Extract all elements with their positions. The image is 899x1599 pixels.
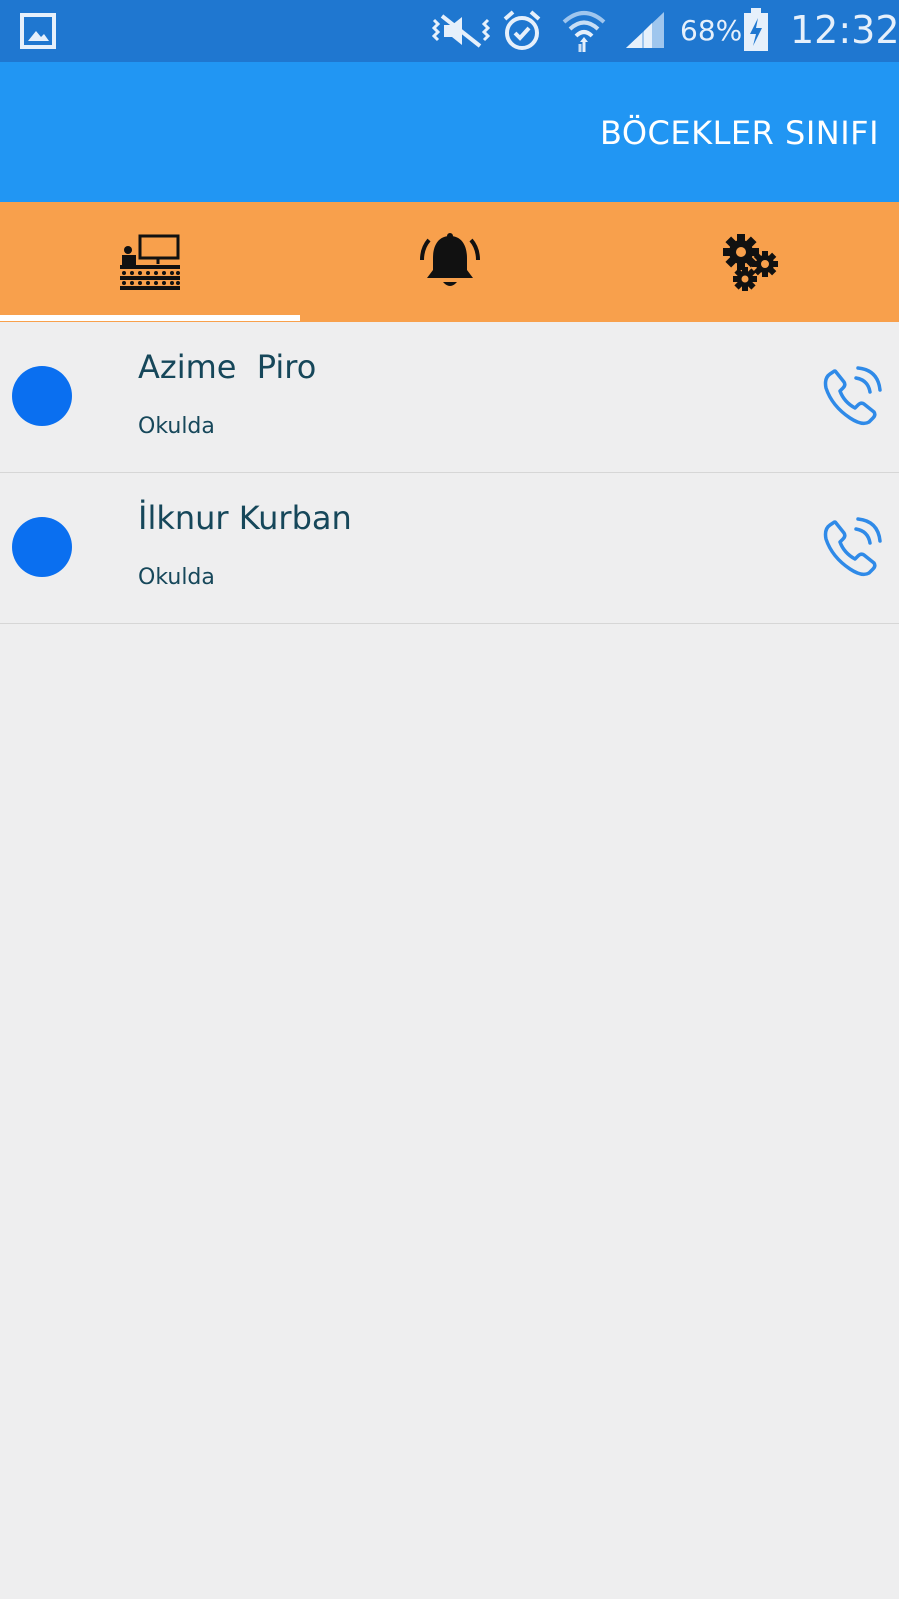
wifi-icon xyxy=(562,11,606,52)
student-name: İlknur Kurban xyxy=(138,499,352,537)
avatar xyxy=(12,366,72,426)
student-status: Okulda xyxy=(138,414,215,439)
list-item[interactable]: İlknur Kurban Okulda xyxy=(0,473,899,624)
tab-classroom[interactable] xyxy=(0,202,300,322)
bell-icon xyxy=(420,233,480,286)
battery-charging-icon xyxy=(744,8,768,51)
tab-bar xyxy=(0,202,899,322)
call-button[interactable] xyxy=(820,362,886,428)
gears-icon xyxy=(723,234,778,291)
tab-settings[interactable] xyxy=(600,202,899,322)
status-bar: 68% 12:32 xyxy=(0,0,899,62)
vibrate-mute-icon xyxy=(432,14,490,48)
list-item[interactable]: Azime Piro Okulda xyxy=(0,322,899,473)
gallery-icon xyxy=(20,13,56,49)
avatar xyxy=(12,517,72,577)
alarm-icon xyxy=(503,10,541,50)
phone-call-icon xyxy=(823,517,882,577)
call-button[interactable] xyxy=(820,513,886,579)
signal-icon xyxy=(626,12,664,48)
student-name: Azime Piro xyxy=(138,348,317,386)
student-status: Okulda xyxy=(138,565,215,590)
battery-percent: 68% xyxy=(680,14,743,47)
app-bar: BÖCEKLER SINIFI xyxy=(0,62,899,202)
clock: 12:32 xyxy=(790,8,899,52)
student-list: Azime Piro Okulda İlknur Kurban Okulda xyxy=(0,322,899,624)
classroom-icon xyxy=(120,234,180,290)
tab-notifications[interactable] xyxy=(300,202,600,322)
tab-indicator xyxy=(0,315,300,321)
page-title: BÖCEKLER SINIFI xyxy=(599,114,879,152)
phone-call-icon xyxy=(823,366,882,426)
